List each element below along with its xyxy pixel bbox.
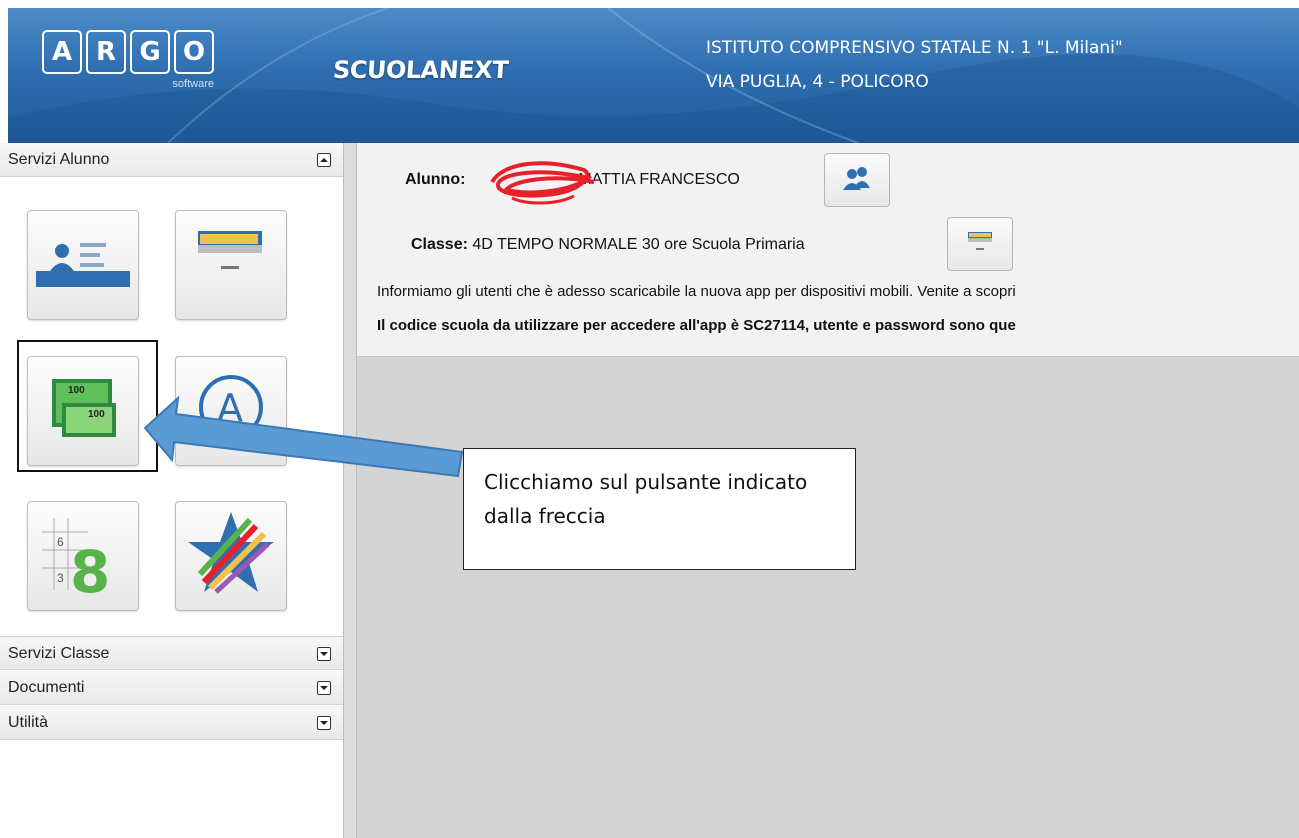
- highlight-frame: [17, 340, 158, 472]
- panel-label: Utilità: [8, 714, 49, 731]
- class-archive-button[interactable]: [947, 217, 1013, 271]
- expand-icon[interactable]: [317, 716, 331, 730]
- logo-subtitle: software: [172, 78, 214, 90]
- panel-servizi-alunno[interactable]: Servizi Alunno: [0, 143, 343, 177]
- colorful-star-icon: [188, 512, 274, 594]
- logo-letter: G: [130, 30, 170, 74]
- users-icon: [843, 167, 870, 190]
- svg-text:6: 6: [57, 535, 64, 549]
- collapse-icon[interactable]: [317, 153, 331, 167]
- archive-drawer-icon: [198, 231, 262, 269]
- sidebar: Servizi Alunno 100 100 A 6 3 8 Servizi C…: [0, 143, 344, 838]
- app-code-message: Il codice scuola da utilizzare per acced…: [377, 317, 1016, 334]
- class-value: 4D TEMPO NORMALE 30 ore Scuola Primaria: [472, 236, 805, 253]
- calendar-grades-icon: 6 3 8: [42, 518, 110, 606]
- tile-student-card[interactable]: [27, 210, 139, 320]
- panel-documenti[interactable]: Documenti: [0, 671, 343, 705]
- app-window: ARGO software SCUOLANEXT ISTITUTO COMPRE…: [0, 0, 1299, 838]
- argo-logo: ARGO software: [42, 30, 218, 90]
- info-message: Informiamo gli utenti che è adesso scari…: [377, 283, 1016, 300]
- panel-label: Servizi Alunno: [8, 151, 110, 168]
- header-banner: ARGO software SCUOLANEXT ISTITUTO COMPRE…: [8, 8, 1299, 143]
- school-address: VIA PUGLIA, 4 - POLICORO: [706, 72, 929, 92]
- svg-text:8: 8: [70, 538, 110, 606]
- redaction-scribble: [490, 161, 595, 205]
- student-card-icon: [36, 243, 130, 287]
- class-label: Classe:: [411, 236, 468, 253]
- pointer-arrow: [143, 395, 464, 478]
- app-brand: SCUOLANEXT: [332, 56, 509, 84]
- archive-drawer-icon: [968, 232, 992, 250]
- panel-label: Documenti: [8, 679, 85, 696]
- tile-grades[interactable]: 6 3 8: [27, 501, 139, 611]
- tile-star[interactable]: [175, 501, 287, 611]
- student-switch-button[interactable]: [824, 153, 890, 207]
- logo-letter: O: [174, 30, 214, 74]
- logo-letter: A: [42, 30, 82, 74]
- logo-letter: R: [86, 30, 126, 74]
- panel-servizi-classe[interactable]: Servizi Classe: [0, 636, 343, 670]
- student-label: Alunno:: [405, 171, 466, 188]
- school-info: ISTITUTO COMPRENSIVO STATALE N. 1 "L. Mi…: [706, 34, 1266, 96]
- svg-text:3: 3: [57, 571, 64, 585]
- splitter-handle[interactable]: [343, 143, 357, 838]
- class-row: Classe: 4D TEMPO NORMALE 30 ore Scuola P…: [411, 236, 805, 254]
- expand-icon[interactable]: [317, 681, 331, 695]
- panel-utilita[interactable]: Utilità: [0, 706, 343, 740]
- expand-icon[interactable]: [317, 647, 331, 661]
- tile-archive[interactable]: [175, 210, 287, 320]
- school-name: ISTITUTO COMPRENSIVO STATALE N. 1 "L. Mi…: [706, 38, 1123, 58]
- callout-note: Clicchiamo sul pulsante indicato dalla f…: [463, 448, 856, 570]
- panel-label: Servizi Classe: [8, 645, 110, 662]
